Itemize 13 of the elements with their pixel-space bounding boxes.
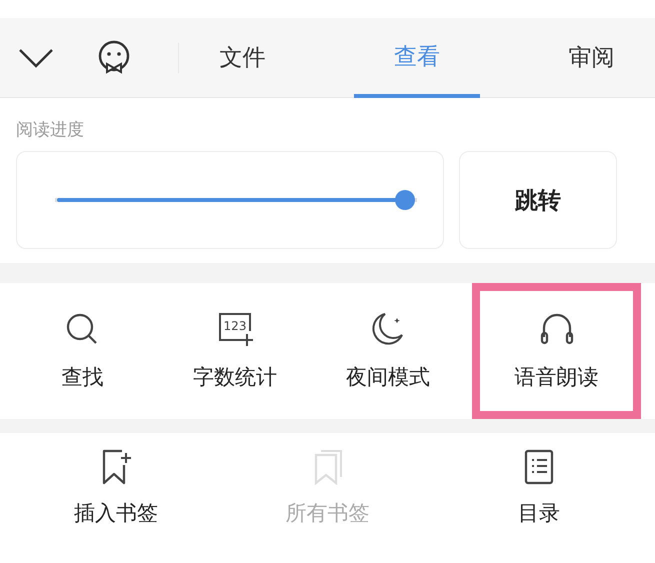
tab[interactable]: 审阅 bbox=[528, 18, 655, 98]
tab[interactable]: 文件 bbox=[179, 18, 306, 98]
tool-button[interactable]: 123 字数统计 bbox=[158, 283, 312, 419]
bookmark-button[interactable]: 插入书签 bbox=[10, 433, 222, 563]
chevron-down-icon[interactable] bbox=[18, 46, 54, 68]
tool-button[interactable]: 查找 bbox=[6, 283, 159, 419]
tool-button[interactable]: 语音朗读 bbox=[472, 283, 641, 419]
jump-button[interactable]: 跳转 bbox=[459, 151, 617, 249]
headphones-icon bbox=[538, 311, 575, 347]
section-label: 阅读进度 bbox=[16, 119, 85, 141]
bookmark-button[interactable]: 目录 bbox=[433, 433, 646, 563]
tool-button[interactable]: 夜间模式 bbox=[312, 283, 464, 419]
face-icon[interactable] bbox=[96, 40, 132, 76]
